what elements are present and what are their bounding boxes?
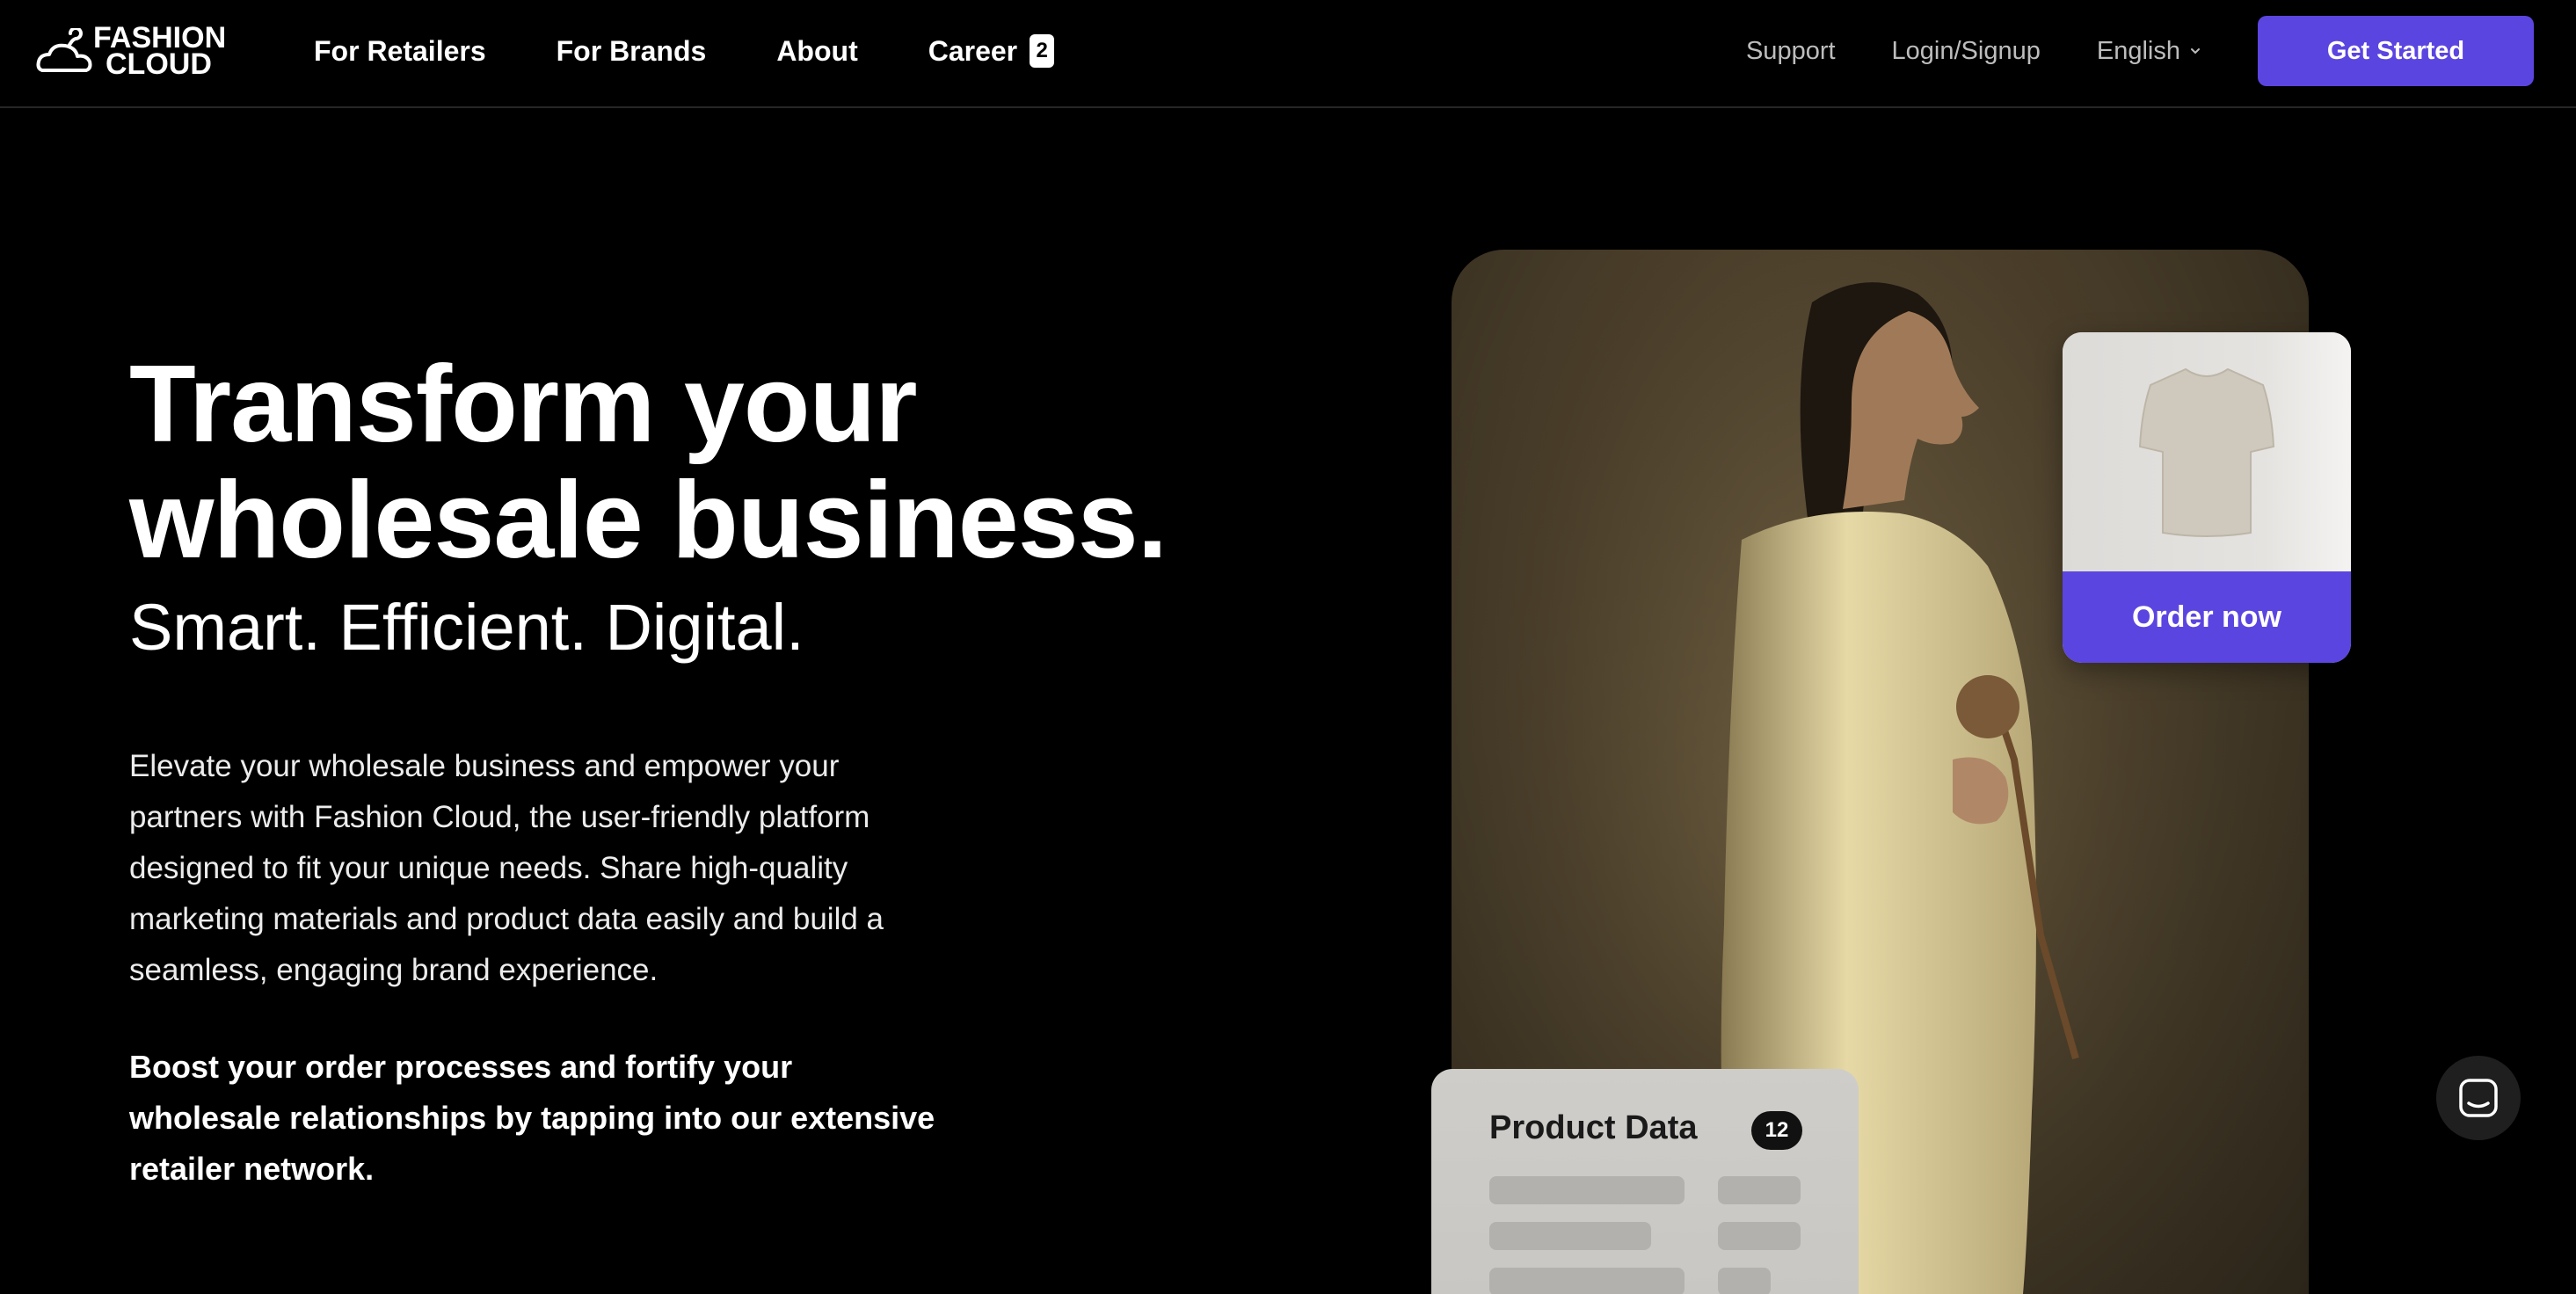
tshirt-icon xyxy=(2138,367,2275,537)
placeholder-bar xyxy=(1718,1222,1801,1250)
placeholder-bar xyxy=(1489,1176,1685,1204)
order-now-button[interactable]: Order now xyxy=(2063,571,2351,663)
nav-login-signup[interactable]: Login/Signup xyxy=(1892,37,2041,66)
fashion-cloud-logo[interactable]: FASHION CLOUD xyxy=(35,23,229,81)
page: FASHION CLOUD For Retailers For Brands A… xyxy=(0,0,2576,1294)
hero-title-line-2: wholesale business. xyxy=(129,460,1168,581)
hero-title: Transform your wholesale business. xyxy=(129,346,1272,578)
hero-subtitle: Smart. Efficient. Digital. xyxy=(129,591,804,664)
nav-utilities: Support Login/Signup English Get Started xyxy=(1746,16,2576,86)
hero-description: Elevate your wholesale business and empo… xyxy=(129,749,884,987)
product-data-count-badge: 12 xyxy=(1751,1111,1802,1150)
nav-support[interactable]: Support xyxy=(1746,37,1836,66)
logo-wordmark: FASHION CLOUD xyxy=(93,23,234,81)
career-count-badge: 2 xyxy=(1030,34,1055,68)
nav-for-brands[interactable]: For Brands xyxy=(557,32,707,70)
nav-career[interactable]: Career 2 xyxy=(928,32,1055,70)
nav-for-retailers[interactable]: For Retailers xyxy=(314,32,486,70)
chat-launcher-button[interactable] xyxy=(2436,1056,2521,1140)
placeholder-bar xyxy=(1718,1268,1771,1294)
nav-career-label: Career xyxy=(928,35,1018,67)
get-started-button[interactable]: Get Started xyxy=(2258,16,2534,86)
language-label: English xyxy=(2096,36,2180,65)
primary-nav: For Retailers For Brands About Career 2 xyxy=(314,32,1124,70)
language-selector[interactable]: English xyxy=(2097,37,2201,66)
chat-icon xyxy=(2459,1079,2498,1117)
placeholder-bar xyxy=(1489,1268,1685,1294)
tshirt-image xyxy=(2063,332,2351,571)
logo-line-2: CLOUD xyxy=(106,47,212,81)
hero-highlight: Boost your order processes and fortify y… xyxy=(129,1049,935,1187)
order-card: Order now xyxy=(2063,332,2351,663)
placeholder-bar xyxy=(1489,1222,1651,1250)
product-data-card: Product Data 12 xyxy=(1431,1069,1859,1294)
top-navbar: FASHION CLOUD For Retailers For Brands A… xyxy=(0,0,2576,108)
placeholder-bar xyxy=(1718,1176,1801,1204)
hero-title-line-1: Transform your xyxy=(129,344,918,465)
product-data-title: Product Data xyxy=(1489,1109,1698,1146)
nav-about[interactable]: About xyxy=(776,32,857,70)
chevron-down-icon xyxy=(2191,48,2200,55)
